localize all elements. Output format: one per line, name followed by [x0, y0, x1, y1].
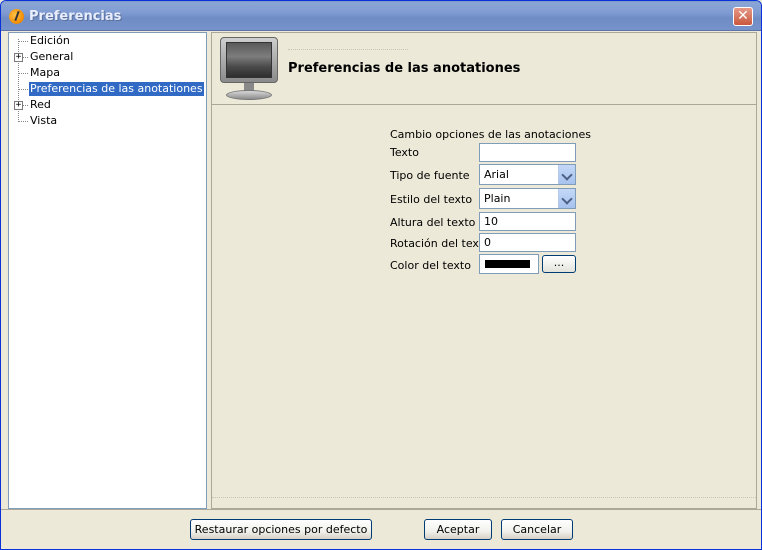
text-height-input[interactable]: 10: [479, 212, 576, 231]
tree-item-edicion[interactable]: Edición: [9, 33, 207, 49]
texto-input[interactable]: [479, 143, 576, 162]
tree-item-label[interactable]: Red: [29, 98, 52, 112]
chevron-down-icon[interactable]: [558, 165, 575, 184]
choose-color-button[interactable]: ...: [542, 255, 576, 273]
app-icon: [9, 9, 24, 24]
estilo-texto-label: Estilo del texto: [390, 193, 473, 206]
tree-item-vista[interactable]: Vista: [9, 113, 207, 129]
monitor-icon: [220, 37, 278, 101]
chevron-down-icon[interactable]: [558, 189, 575, 208]
font-type-select[interactable]: Arial: [479, 164, 576, 185]
preferences-dialog: Preferencias ✕ Edición + General Mapa Pr…: [0, 0, 762, 550]
header-decoration: [288, 49, 408, 50]
cancel-button[interactable]: Cancelar: [501, 519, 573, 540]
preferences-tree: Edición + General Mapa Preferencias de l…: [8, 32, 207, 509]
font-type-value: Arial: [484, 168, 509, 181]
section-heading: Cambio opciones de las anotaciones: [390, 128, 591, 141]
color-fill: [485, 260, 530, 268]
close-button[interactable]: ✕: [733, 7, 753, 26]
rotacion-texto-label: Rotación del texto: [390, 237, 490, 250]
tree-item-general[interactable]: + General: [9, 49, 207, 65]
tree-item-label[interactable]: Mapa: [29, 66, 61, 80]
tree-connector: [18, 41, 28, 42]
tree-item-red[interactable]: + Red: [9, 97, 207, 113]
title-bar[interactable]: Preferencias ✕: [1, 1, 761, 31]
tree-item-label[interactable]: Edición: [29, 34, 71, 48]
texto-label: Texto: [390, 146, 419, 159]
tree-connector: [18, 73, 28, 74]
panel-title: Preferencias de las anotationes: [288, 61, 521, 76]
restore-defaults-button[interactable]: Restaurar opciones por defecto: [190, 519, 372, 540]
tree-item-label[interactable]: Vista: [29, 114, 58, 128]
tree-connector: [18, 121, 28, 122]
window-title: Preferencias: [29, 9, 122, 24]
preferences-panel: Preferencias de las anotationes Cambio o…: [211, 32, 757, 509]
bottom-decoration: [212, 497, 756, 498]
text-style-select[interactable]: Plain: [479, 188, 576, 209]
color-texto-label: Color del texto: [390, 259, 471, 272]
text-style-value: Plain: [484, 192, 511, 205]
tree-item-mapa[interactable]: Mapa: [9, 65, 207, 81]
expand-icon[interactable]: +: [14, 101, 23, 110]
close-icon: ✕: [737, 8, 749, 24]
tree-item-label[interactable]: General: [29, 50, 74, 64]
tree-item-label[interactable]: Preferencias de las anotationes: [29, 82, 204, 96]
text-color-swatch[interactable]: [479, 254, 539, 274]
dialog-footer: Restaurar opciones por defecto Aceptar C…: [1, 509, 761, 549]
altura-texto-label: Altura del texto: [390, 216, 476, 229]
accept-button[interactable]: Aceptar: [424, 519, 492, 540]
expand-icon[interactable]: +: [14, 53, 23, 62]
tree-item-anotaciones[interactable]: Preferencias de las anotationes: [9, 81, 207, 97]
text-rotation-input[interactable]: 0: [479, 233, 576, 252]
panel-header: Preferencias de las anotationes: [212, 33, 756, 105]
tree-connector: [18, 89, 28, 90]
header-separator: [212, 104, 756, 105]
tipo-fuente-label: Tipo de fuente: [390, 169, 470, 182]
